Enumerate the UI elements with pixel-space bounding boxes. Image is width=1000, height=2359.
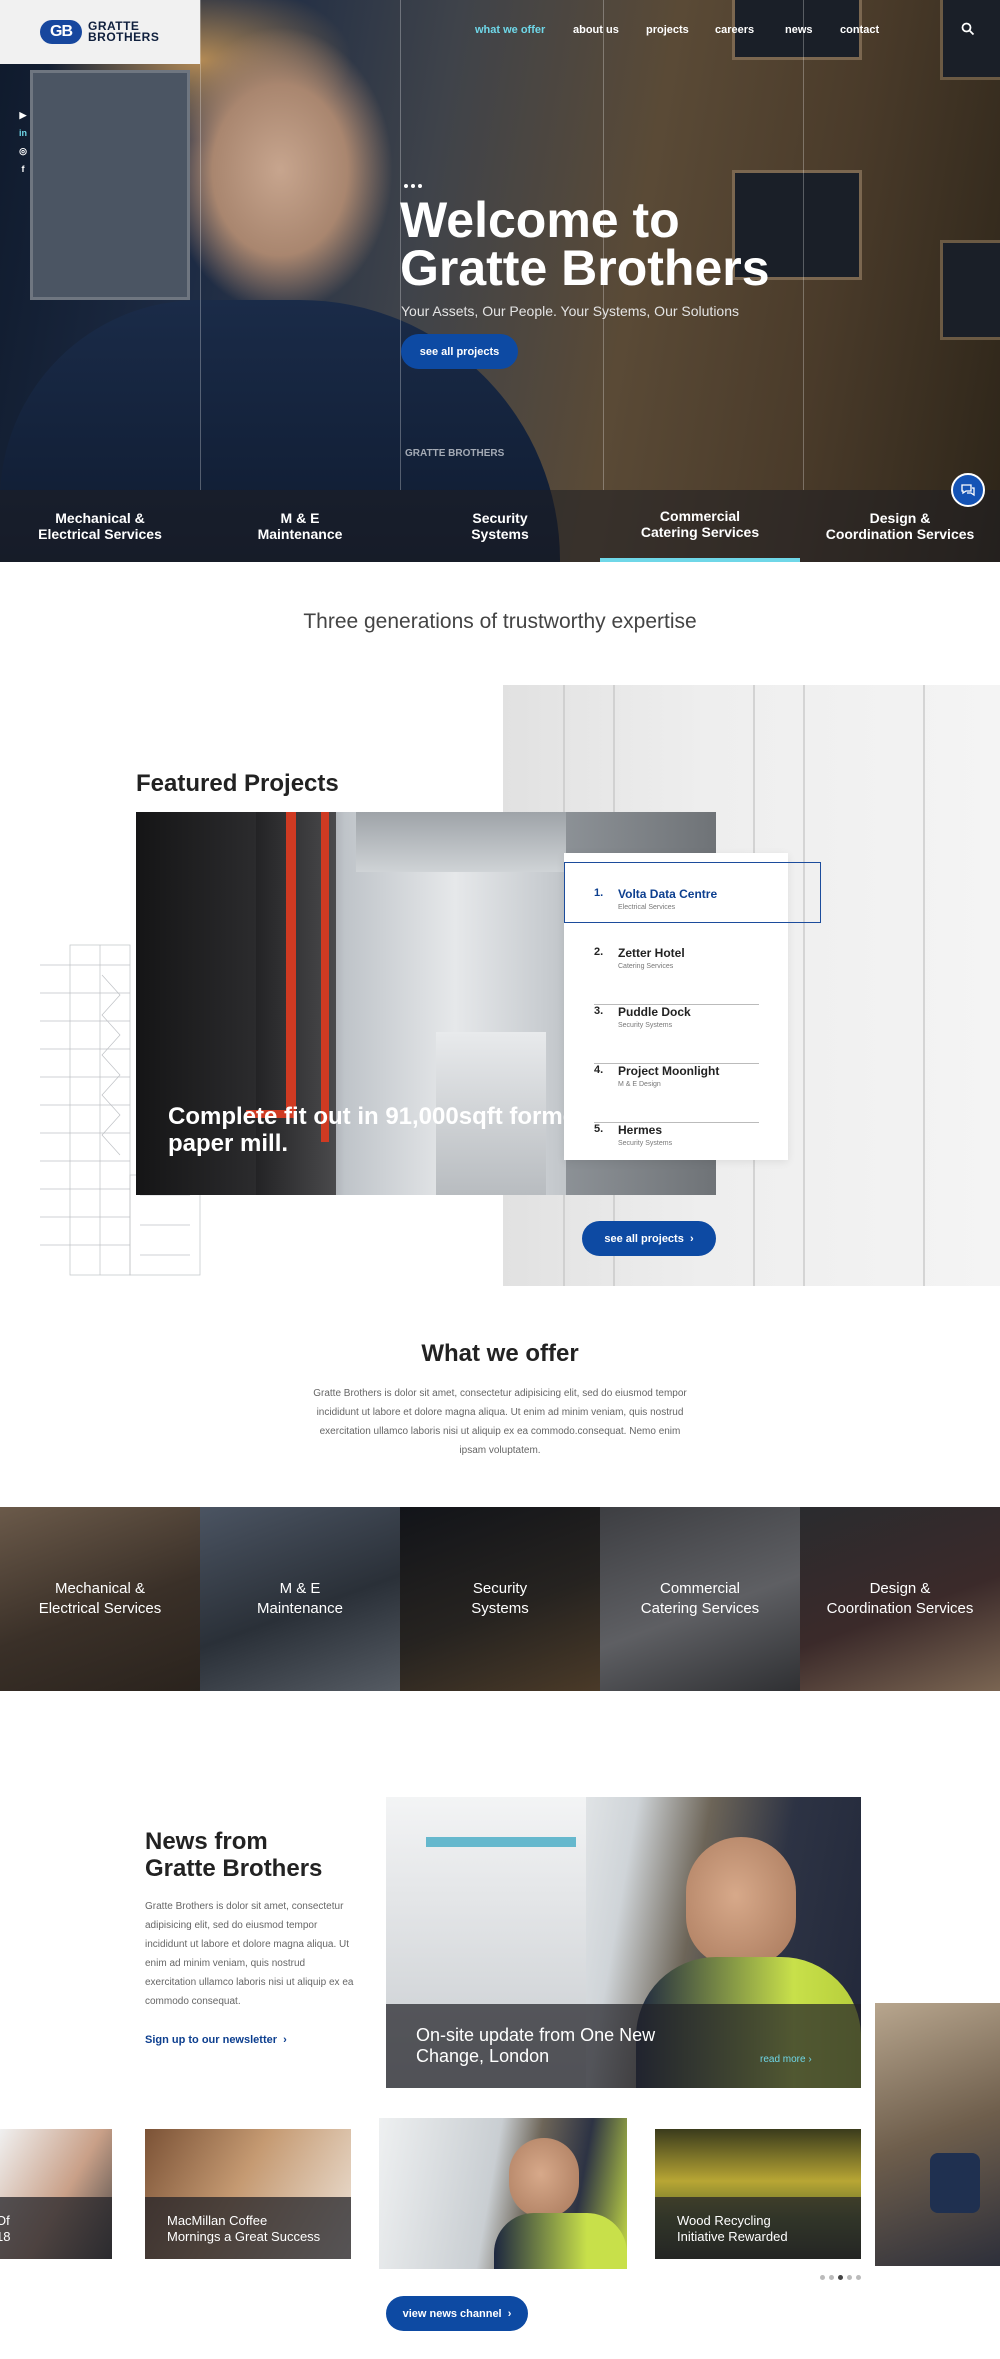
hero-title: Welcome to Gratte Brothers (400, 192, 770, 296)
service-tab-security[interactable]: Security Systems (400, 490, 600, 562)
project-item[interactable]: 5. Hermes Security Systems (594, 1123, 759, 1182)
youtube-icon[interactable]: ▶ (18, 110, 28, 120)
carousel-dot[interactable] (856, 2275, 861, 2280)
what-we-offer-body: Gratte Brothers is dolor sit amet, conse… (313, 1388, 687, 1456)
project-item[interactable]: 4. Project Moonlight M & E Design (594, 1064, 759, 1123)
slide-dot[interactable] (411, 184, 415, 188)
news-title: News from Gratte Brothers (145, 1828, 323, 1882)
building-window (940, 0, 1000, 80)
project-item[interactable]: 3. Puddle Dock Security Systems (594, 1005, 759, 1064)
carousel-dot-active[interactable] (838, 2275, 843, 2280)
featured-projects-title: Featured Projects (136, 770, 339, 797)
carousel-dot[interactable] (820, 2275, 825, 2280)
hero-banner: GRATTE BROTHERS GB GRATTE BROTHERS what … (0, 0, 1000, 562)
slide-dot[interactable] (404, 184, 408, 188)
chevron-right-icon: › (808, 2054, 812, 2065)
news-card-active[interactable] (379, 2118, 627, 2269)
service-tab-catering[interactable]: Commercial Catering Services (600, 490, 800, 562)
building-window (30, 70, 190, 300)
facebook-icon[interactable]: f (18, 164, 28, 174)
chevron-right-icon: › (283, 2034, 287, 2046)
offer-tile-design[interactable]: Design & Coordination Services (800, 1507, 1000, 1691)
nav-careers[interactable]: careers (715, 24, 754, 36)
service-tab-maintenance[interactable]: M & E Maintenance (200, 490, 400, 562)
news-body: Gratte Brothers is dolor sit amet, conse… (145, 1901, 354, 2007)
services-bar: Mechanical & Electrical Services M & E M… (0, 490, 1000, 562)
offer-tile-security[interactable]: Security Systems (400, 1507, 600, 1691)
offer-tiles: Mechanical & Electrical Services M & E M… (0, 1507, 1000, 1691)
logo-mark: GB (40, 20, 82, 44)
logo[interactable]: GB GRATTE BROTHERS (0, 0, 200, 64)
search-icon[interactable] (961, 22, 975, 36)
grid-line (200, 0, 201, 490)
chat-icon[interactable] (951, 473, 985, 507)
project-active-highlight (564, 862, 821, 923)
carousel-dot[interactable] (829, 2275, 834, 2280)
nav-projects[interactable]: projects (646, 24, 689, 36)
news-card-peek[interactable] (875, 2003, 1000, 2266)
view-news-channel-button[interactable]: view news channel › (386, 2296, 528, 2331)
carousel-dot[interactable] (847, 2275, 852, 2280)
hero-subtitle: Your Assets, Our People. Your Systems, O… (401, 303, 739, 319)
hero-see-all-projects-button[interactable]: see all projects (401, 334, 518, 369)
news-feature-headline: On-site update from One New Change, Lond… (416, 2025, 656, 2066)
nav-contact[interactable]: contact (840, 24, 879, 36)
what-we-offer-title: What we offer (421, 1340, 579, 1367)
offer-tile-mechanical[interactable]: Mechanical & Electrical Services (0, 1507, 200, 1691)
featured-project-caption: Complete fit out in 91,000sqft former pa… (168, 1103, 586, 1157)
news-card[interactable]: MacMillan Coffee Mornings a Great Succes… (145, 2129, 351, 2259)
chevron-right-icon: › (507, 2307, 512, 2320)
nav-about-us[interactable]: about us (573, 24, 619, 36)
chevron-right-icon: › (689, 1232, 694, 1245)
offer-tile-catering[interactable]: Commercial Catering Services (600, 1507, 800, 1691)
logo-text: GRATTE BROTHERS (88, 19, 160, 44)
linkedin-icon[interactable]: in (18, 128, 28, 138)
tagline: Three generations of trustworthy experti… (303, 610, 697, 633)
red-pipe (286, 812, 296, 1112)
featured-see-all-projects-button[interactable]: see all projects › (582, 1221, 716, 1256)
shirt-logo: GRATTE BROTHERS (405, 448, 505, 459)
nav-what-we-offer[interactable]: what we offer (475, 24, 545, 36)
news-card[interactable]: Of 18 (0, 2129, 112, 2259)
nav-news[interactable]: news (785, 24, 813, 36)
person-face (686, 1837, 796, 1967)
red-pipe (321, 812, 329, 1142)
news-card[interactable]: Wood Recycling Initiative Rewarded (655, 2129, 861, 2259)
newsletter-link[interactable]: Sign up to our newsletter › (145, 2034, 287, 2046)
read-more-link[interactable]: read more › (760, 2054, 812, 2065)
service-tab-mechanical[interactable]: Mechanical & Electrical Services (0, 490, 200, 562)
instagram-icon[interactable]: ◎ (18, 146, 28, 156)
slide-dot[interactable] (418, 184, 422, 188)
project-item[interactable]: 2. Zetter Hotel Catering Services (594, 946, 759, 1005)
offer-tile-maintenance[interactable]: M & E Maintenance (200, 1507, 400, 1691)
